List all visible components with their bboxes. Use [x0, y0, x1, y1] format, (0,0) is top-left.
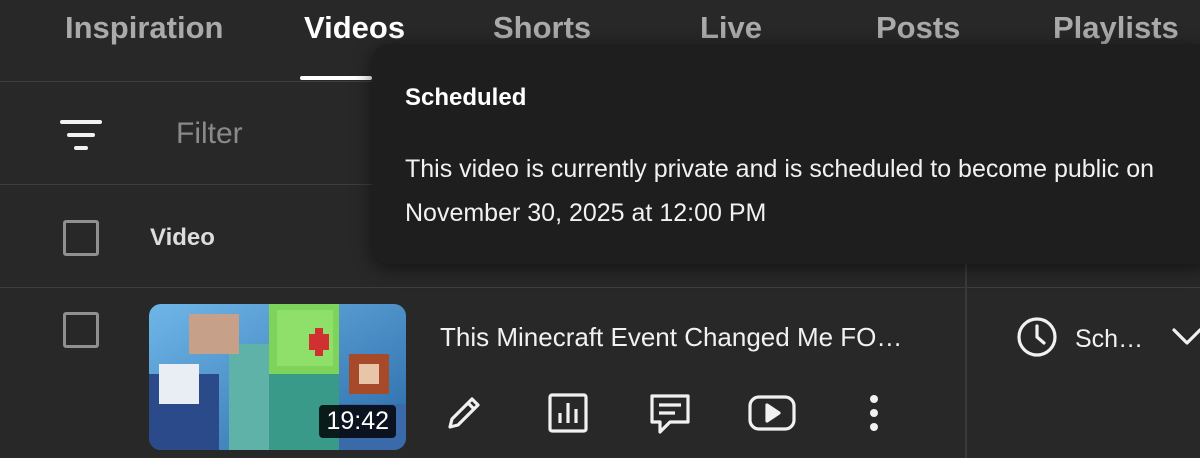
- row-checkbox[interactable]: [63, 312, 99, 348]
- comments-icon[interactable]: [643, 386, 697, 440]
- tooltip-body: This video is currently private and is s…: [405, 155, 1155, 227]
- video-title[interactable]: This Minecraft Event Changed Me FO…: [440, 322, 902, 353]
- tab-videos[interactable]: Videos: [304, 10, 405, 46]
- filter-icon[interactable]: [58, 117, 104, 153]
- tab-posts[interactable]: Posts: [876, 10, 960, 46]
- select-all-checkbox[interactable]: [63, 220, 99, 256]
- filter-input[interactable]: Filter: [176, 117, 243, 151]
- tooltip-title: Scheduled: [405, 84, 527, 111]
- analytics-icon[interactable]: [541, 386, 595, 440]
- edit-icon[interactable]: [437, 386, 491, 440]
- tab-inspiration[interactable]: Inspiration: [65, 10, 223, 46]
- youtube-icon[interactable]: [745, 386, 799, 440]
- duration-badge: 19:42: [319, 405, 396, 438]
- tab-live[interactable]: Live: [700, 10, 762, 46]
- more-icon[interactable]: [847, 386, 901, 440]
- scheduled-tooltip: Scheduled This video is currently privat…: [372, 44, 1200, 264]
- tab-playlists[interactable]: Playlists: [1053, 10, 1179, 46]
- tab-shorts[interactable]: Shorts: [493, 10, 591, 46]
- clock-icon: [1017, 317, 1057, 357]
- chevron-down-icon[interactable]: [1170, 322, 1200, 352]
- active-tab-indicator: [300, 76, 372, 80]
- video-thumbnail[interactable]: 19:42: [149, 304, 406, 450]
- column-header-video: Video: [150, 224, 215, 251]
- visibility-status[interactable]: Sch…: [1075, 325, 1143, 354]
